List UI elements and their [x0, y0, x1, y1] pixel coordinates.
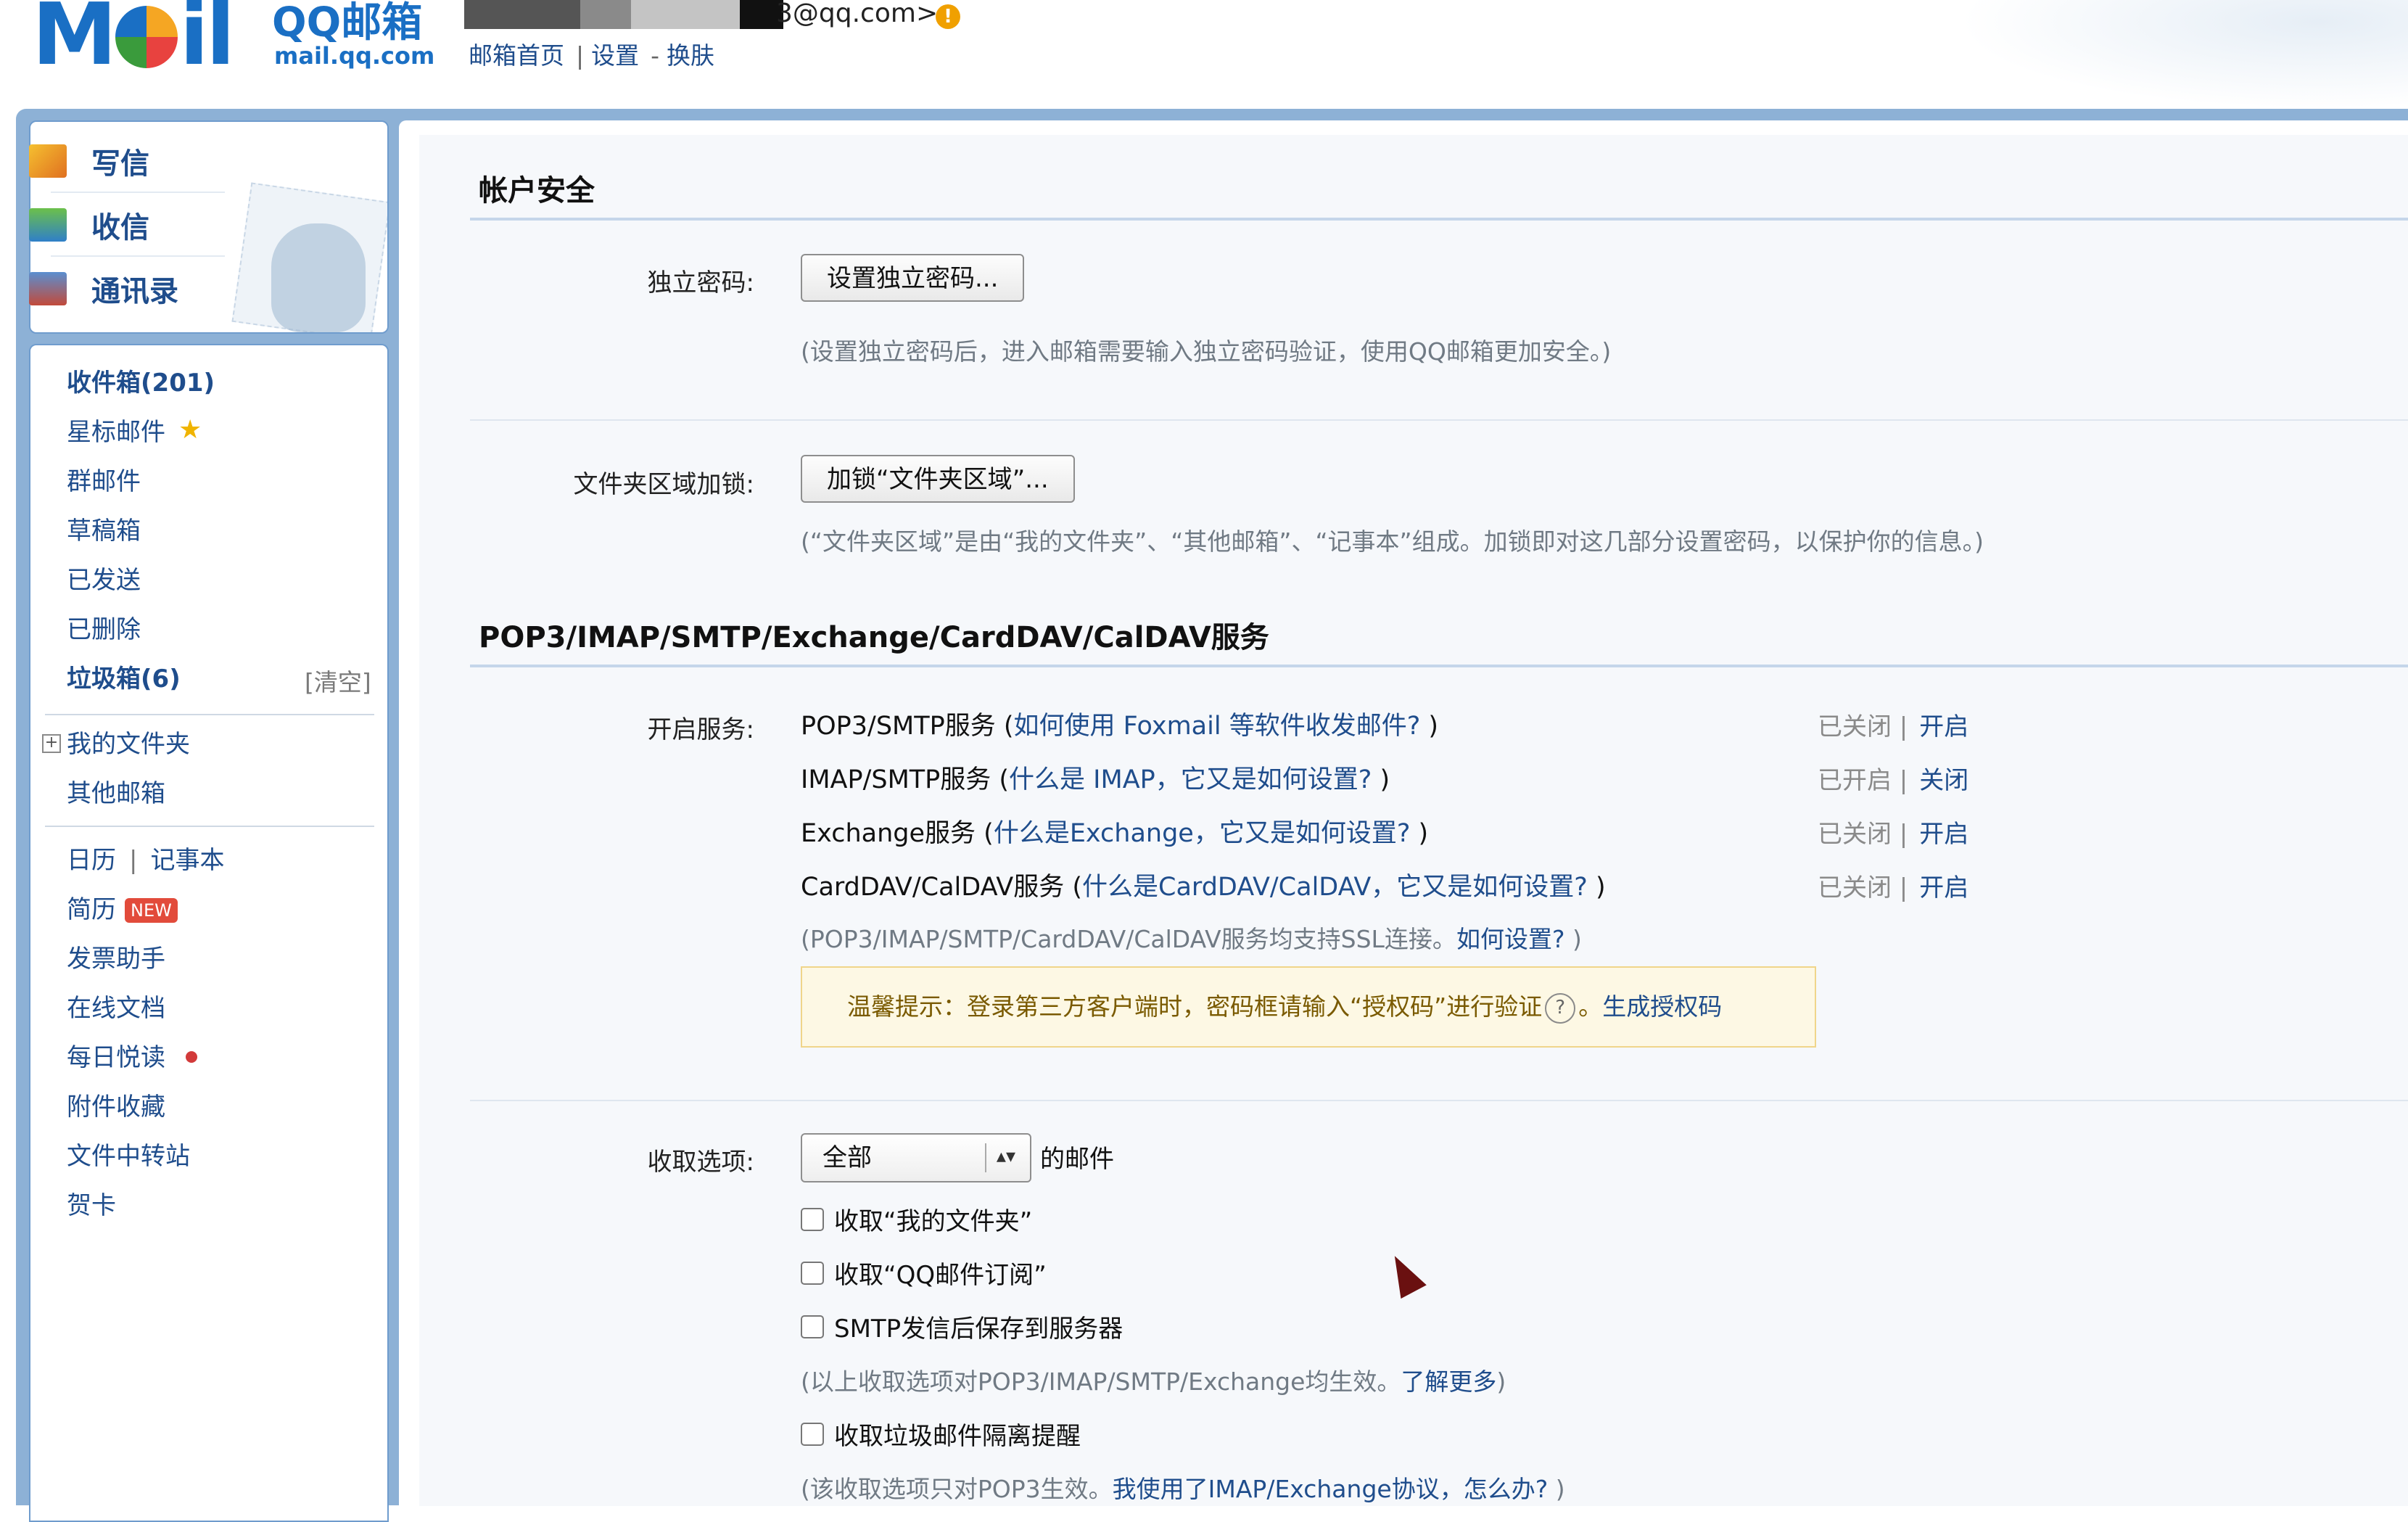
- learn-more-link[interactable]: 了解更多: [1401, 1367, 1496, 1396]
- divider: [45, 826, 374, 827]
- divider: [51, 255, 225, 257]
- logo-domain: mail.qq.com: [274, 42, 435, 70]
- carddav-help-link[interactable]: 什么是CardDAV/CalDAV，它又是如何设置?: [1082, 873, 1588, 902]
- checkbox[interactable]: [801, 1315, 824, 1338]
- carddav-toggle-link[interactable]: 开启: [1919, 873, 1968, 902]
- sidebar-item-attachments[interactable]: 附件收藏: [67, 1091, 165, 1123]
- services-label: 开启服务:: [647, 715, 754, 744]
- fetch-my-folders-option[interactable]: 收取“我的文件夹”: [801, 1201, 1032, 1237]
- set-password-button[interactable]: 设置独立密码...: [801, 254, 1025, 302]
- sidebar-item-other-mailbox[interactable]: 其他邮箱: [67, 778, 165, 810]
- lock-hint: (“文件夹区域”是由“我的文件夹”、“其他邮箱”、“记事本”组成。加锁即对这几部…: [801, 527, 1984, 556]
- link-settings[interactable]: 设置: [591, 41, 639, 70]
- user-email: 3@qq.com>: [776, 0, 939, 28]
- sidebar-item-drafts[interactable]: 草稿箱: [67, 515, 141, 547]
- imap-status: 已开启 | 关闭: [1818, 766, 1969, 795]
- sidebar-item-spam[interactable]: 垃圾箱(6): [67, 663, 181, 695]
- lock-folders-button[interactable]: 加锁“文件夹区域”...: [801, 455, 1075, 503]
- calendar-notebook-row: 日历 | 记事本: [67, 846, 225, 875]
- contacts-button[interactable]: 通讯录: [29, 260, 178, 318]
- sidebar-item-sent[interactable]: 已发送: [67, 564, 141, 596]
- service-carddav: CardDAV/CalDAV服务 (什么是CardDAV/CalDAV，它又是如…: [801, 873, 1606, 902]
- section-rule: [470, 218, 2408, 221]
- sidebar-item-notebook[interactable]: 记事本: [150, 846, 224, 875]
- sidebar-item-daily-read[interactable]: 每日悦读: [67, 1042, 165, 1074]
- penguin-icon: [271, 223, 366, 332]
- checkbox[interactable]: [801, 1261, 824, 1285]
- write-icon: [29, 144, 67, 178]
- sidebar-item-invoice[interactable]: 发票助手: [67, 943, 165, 975]
- sidebar-item-transfer[interactable]: 文件中转站: [67, 1140, 190, 1172]
- divider: [45, 714, 374, 715]
- star-icon: ★: [178, 415, 202, 445]
- sidebar-item-cards[interactable]: 贺卡: [67, 1190, 116, 1222]
- sidebar-item-calendar[interactable]: 日历: [67, 846, 116, 875]
- header: Mil QQ邮箱 mail.qq.com 3@qq.com> ! 邮箱首页 | 设置…: [0, 0, 2408, 109]
- unread-dot-icon: [186, 1051, 197, 1063]
- link-change-skin[interactable]: 换肤: [667, 41, 714, 70]
- logo-circle-icon: [115, 6, 178, 68]
- link-mail-home[interactable]: 邮箱首页: [469, 41, 564, 70]
- expand-icon[interactable]: +: [42, 734, 61, 753]
- checkbox[interactable]: [801, 1422, 824, 1446]
- divider: [470, 419, 2408, 421]
- sidebar-item-group[interactable]: 群邮件: [67, 466, 141, 498]
- imap-help-link[interactable]: 什么是 IMAP，它又是如何设置?: [1009, 765, 1372, 794]
- pwd-hint: (设置独立密码后，进入邮箱需要输入独立密码验证，使用QQ邮箱更加安全。): [801, 337, 1612, 366]
- sidebar-item-starred[interactable]: 星标邮件: [67, 416, 165, 448]
- select-divider: [985, 1143, 986, 1172]
- sidebar-item-resume[interactable]: 简历: [67, 894, 116, 926]
- contacts-icon: [29, 272, 67, 305]
- select-arrows-icon: ▴▾: [996, 1145, 1015, 1167]
- save-sent-option[interactable]: SMTP发信后保存到服务器: [801, 1309, 1123, 1344]
- spam-clear-link[interactable]: [清空]: [305, 663, 371, 698]
- receive-mail-button[interactable]: 收信: [29, 196, 149, 254]
- top-links: 邮箱首页 | 设置 - 换肤: [469, 41, 715, 70]
- pwd-label: 独立密码:: [647, 268, 754, 297]
- imap-exchange-help-link[interactable]: 我使用了IMAP/Exchange协议，怎么办?: [1113, 1475, 1549, 1503]
- sidebar-item-my-folders[interactable]: 我的文件夹: [67, 728, 190, 760]
- fetch-hint: (以上收取选项对POP3/IMAP/SMTP/Exchange均生效。了解更多): [801, 1367, 1506, 1396]
- lock-label: 文件夹区域加锁:: [573, 470, 754, 499]
- divider: [51, 192, 225, 193]
- sidebar-item-inbox[interactable]: 收件箱(201): [67, 367, 215, 399]
- exchange-status: 已关闭 | 开启: [1818, 820, 1969, 849]
- exchange-help-link[interactable]: 什么是Exchange，它又是如何设置?: [994, 819, 1411, 848]
- sidebar-item-docs[interactable]: 在线文档: [67, 992, 165, 1024]
- fetch-suffix: 的邮件: [1040, 1145, 1114, 1174]
- checkbox[interactable]: [801, 1207, 824, 1231]
- carddav-status: 已关闭 | 开启: [1818, 873, 1969, 902]
- pop3-status: 已关闭 | 开启: [1818, 712, 1969, 741]
- ssl-help-link[interactable]: 如何设置?: [1456, 925, 1565, 953]
- warning-icon[interactable]: !: [936, 4, 960, 29]
- write-mail-button[interactable]: 写信: [29, 132, 149, 190]
- spam-reminder-option[interactable]: 收取垃圾邮件隔离提醒: [801, 1416, 1081, 1452]
- fetch-subscriptions-option[interactable]: 收取“QQ邮件订阅”: [801, 1255, 1047, 1291]
- help-icon[interactable]: ?: [1545, 992, 1576, 1024]
- new-badge: NEW: [125, 898, 178, 923]
- sidebar-item-deleted[interactable]: 已删除: [67, 614, 141, 646]
- divider: [470, 1100, 2408, 1101]
- exchange-toggle-link[interactable]: 开启: [1919, 820, 1968, 849]
- ssl-hint: (POP3/IMAP/SMTP/CardDAV/CalDAV服务均支持SSL连接…: [801, 925, 1582, 953]
- section-title-services: POP3/IMAP/SMTP/Exchange/CardDAV/CalDAV服务: [479, 621, 1269, 654]
- logo-text: QQ邮箱: [272, 0, 423, 46]
- pop3-help-link[interactable]: 如何使用 Foxmail 等软件收发邮件?: [1014, 712, 1421, 741]
- pop3-only-hint: (该收取选项只对POP3生效。我使用了IMAP/Exchange协议，怎么办? …: [801, 1475, 1565, 1503]
- fetch-label: 收取选项:: [647, 1148, 754, 1177]
- download-icon: [29, 208, 67, 242]
- section-rule: [470, 665, 2408, 667]
- fetch-range-select[interactable]: 全部 ▴▾: [801, 1133, 1031, 1182]
- service-pop3: POP3/SMTP服务 (如何使用 Foxmail 等软件收发邮件? ): [801, 712, 1439, 741]
- auth-code-tip: 温馨提示：登录第三方客户端时，密码框请输入“授权码”进行验证? 。生成授权码: [801, 966, 1816, 1048]
- service-imap: IMAP/SMTP服务 (什么是 IMAP，它又是如何设置? ): [801, 765, 1390, 794]
- pop3-toggle-link[interactable]: 开启: [1919, 712, 1968, 741]
- logo[interactable]: Mil: [32, 0, 264, 77]
- generate-auth-code-link[interactable]: 生成授权码: [1602, 992, 1722, 1021]
- service-exchange: Exchange服务 (什么是Exchange，它又是如何设置? ): [801, 819, 1429, 848]
- section-title-security: 帐户安全: [479, 174, 595, 207]
- header-background: [1958, 0, 2408, 109]
- user-name-redacted: [464, 0, 783, 29]
- imap-toggle-link[interactable]: 关闭: [1919, 766, 1968, 795]
